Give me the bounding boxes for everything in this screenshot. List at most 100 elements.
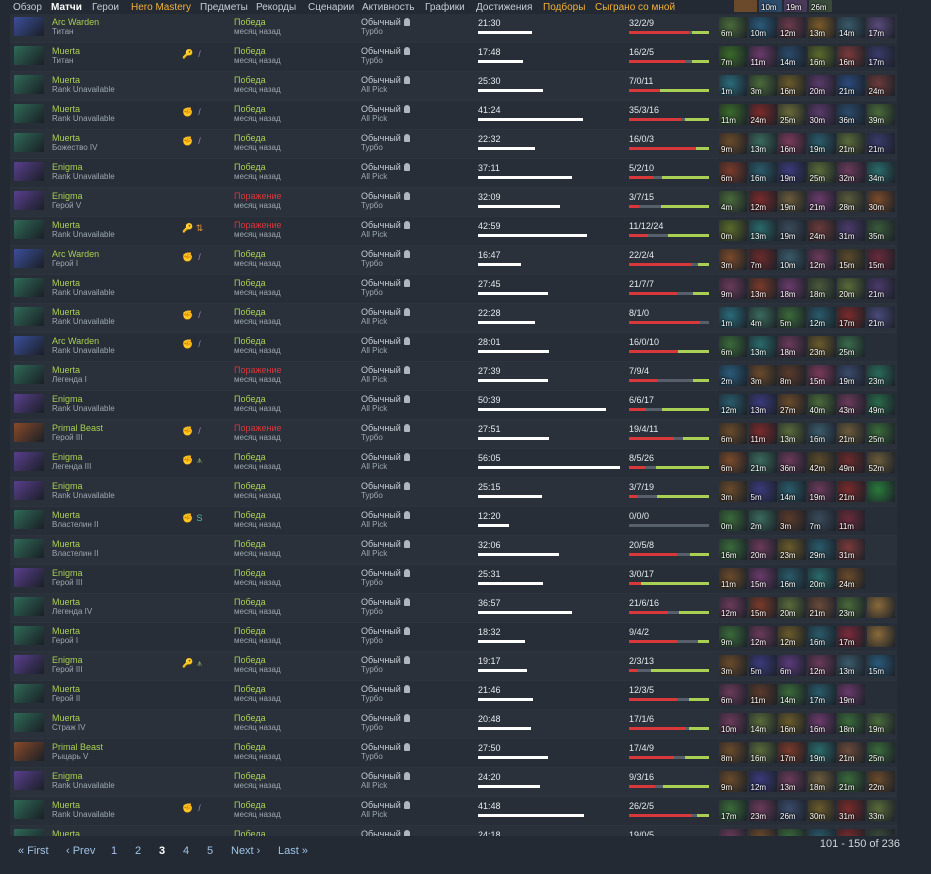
item-icon[interactable]: 11m [748,46,777,67]
match-row[interactable]: Muerta Rank Unavailable 🔑 ⇅ Поражение месяц н… [10,217,897,246]
hero-name-link[interactable]: Enigma [52,452,83,462]
item-icon[interactable]: 15m [748,568,777,589]
item-icon[interactable]: 18m [807,771,836,792]
hero-portrait[interactable] [14,46,44,65]
hero-name-link[interactable]: Muerta [52,133,80,143]
hero-portrait[interactable] [14,394,44,413]
match-result-link[interactable]: Победа [234,104,266,114]
match-row[interactable]: Muerta Властелин II ✊ S Победа месяц назад Обы… [10,507,897,536]
item-icon[interactable]: 14m [778,46,806,67]
item-icon[interactable]: 31m [837,800,865,821]
hero-portrait[interactable] [14,278,44,297]
item-icon[interactable]: 16m [807,713,836,734]
item-icon[interactable]: 49m [866,394,895,415]
item-icon[interactable]: 16m [748,162,777,183]
match-row[interactable]: Muerta Rank Unavailable ✊ / Победа месяц наза… [10,304,897,333]
match-result-link[interactable]: Победа [234,539,266,549]
item-icon[interactable]: 19m [807,133,836,154]
match-result-link[interactable]: Победа [234,394,266,404]
item-icon[interactable]: 19m [866,713,895,734]
hero-name-link[interactable]: Arc Warden [52,336,99,346]
item-icon[interactable]: 30m [807,800,836,821]
item-icon[interactable]: 13m [748,278,777,299]
item-icon[interactable]: 6m [719,684,747,705]
item-icon[interactable]: 26m [809,0,832,12]
hero-portrait[interactable] [14,249,44,268]
hero-name-link[interactable]: Enigma [52,481,83,491]
item-icon[interactable]: 24m [807,220,836,241]
item-icon[interactable]: 10m [759,0,782,12]
item-icon[interactable]: 21m [837,771,865,792]
item-icon[interactable]: 20m [778,597,806,618]
hero-portrait[interactable] [14,423,44,442]
match-row[interactable]: Arc Warden Rank Unavailable ✊ / Победа месяц … [10,333,897,362]
item-icon[interactable]: 3m [719,655,747,676]
hero-portrait[interactable] [14,684,44,703]
hero-portrait[interactable] [14,336,44,355]
item-icon[interactable]: 0m [719,220,747,241]
nav-tab-8[interactable]: Графики [425,2,465,13]
hero-name-link[interactable]: Muerta [52,684,80,694]
item-icon[interactable]: 23m [837,597,865,618]
item-icon[interactable]: 32m [837,162,865,183]
item-icon[interactable]: 5m [748,481,777,502]
match-result-link[interactable]: Победа [234,278,266,288]
item-icon[interactable]: 22m [866,771,895,792]
hero-portrait[interactable] [14,597,44,616]
item-icon[interactable]: 7m [748,249,777,270]
item-icon[interactable] [734,0,757,12]
match-result-link[interactable]: Победа [234,336,266,346]
item-icon[interactable]: 16m [807,626,836,647]
hero-portrait[interactable] [14,800,44,819]
item-icon[interactable]: 19m [784,0,807,12]
item-icon[interactable]: 23m [807,336,836,357]
nav-tab-5[interactable]: Рекорды [256,2,296,13]
hero-name-link[interactable]: Enigma [52,191,83,201]
item-icon[interactable]: 21m [807,597,836,618]
item-icon[interactable]: 49m [837,452,865,473]
item-icon[interactable]: 15m [837,249,865,270]
item-icon[interactable]: 14m [778,481,806,502]
item-icon[interactable]: 21m [837,75,865,96]
item-icon[interactable]: 20m [807,75,836,96]
item-icon[interactable]: 9m [719,278,747,299]
item-icon[interactable] [866,481,895,502]
item-icon[interactable]: 36m [837,104,865,125]
hero-name-link[interactable]: Enigma [52,655,83,665]
item-icon[interactable]: 21m [866,278,895,299]
match-row[interactable]: Muerta Властелин II Победа месяц назад Обычн… [10,536,897,565]
item-icon[interactable]: 17m [866,17,895,38]
hero-name-link[interactable]: Enigma [52,162,83,172]
item-icon[interactable]: 16m [778,133,806,154]
item-icon[interactable]: 36m [778,452,806,473]
item-icon[interactable] [867,539,895,560]
match-result-link[interactable]: Победа [234,307,266,317]
item-icon[interactable]: 18m [837,713,865,734]
item-icon[interactable]: 16m [807,46,836,67]
match-result-link[interactable]: Победа [234,452,266,462]
item-icon[interactable]: 13m [837,655,865,676]
hero-name-link[interactable]: Muerta [52,278,80,288]
item-icon[interactable]: 3m [778,510,806,531]
item-icon[interactable]: 2m [719,365,747,386]
item-icon[interactable]: 17m [866,46,895,67]
item-icon[interactable]: 16m [778,713,806,734]
item-icon[interactable]: 20m [807,568,836,589]
next-page-link[interactable]: Next › [231,845,260,857]
first-page-link[interactable]: « First [18,845,49,857]
item-icon[interactable]: 25m [866,742,895,763]
item-icon[interactable]: 13m [748,336,777,357]
match-row[interactable]: Arc Warden Титан Победа месяц назад Обычный Т… [10,14,897,43]
item-icon[interactable]: 4m [719,191,747,212]
item-icon[interactable]: 12m [748,191,777,212]
hero-portrait[interactable] [14,133,44,152]
nav-tab-6[interactable]: Сценарии [308,2,354,13]
item-icon[interactable]: 34m [866,162,895,183]
item-icon[interactable]: 13m [778,771,806,792]
hero-name-link[interactable]: Muerta [52,220,80,230]
prev-page-link[interactable]: ‹ Prev [66,845,95,857]
hero-name-link[interactable]: Muerta [52,800,80,810]
item-icon[interactable]: 12m [748,771,777,792]
hero-portrait[interactable] [14,162,44,181]
match-row[interactable]: Primal Beast Герой III ✊ / Поражение месяц на… [10,420,897,449]
